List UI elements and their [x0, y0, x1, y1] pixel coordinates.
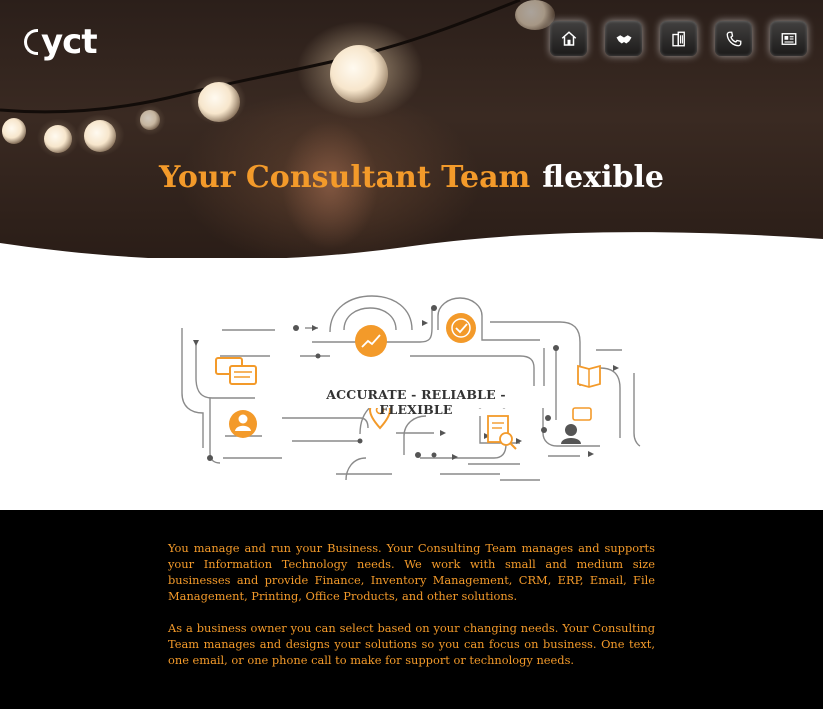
support-agent-icon: [561, 407, 592, 444]
hero-tagline: Your Consultant Team flexible: [0, 160, 823, 195]
quality-badge-icon: [446, 313, 476, 343]
newspaper-icon: [781, 32, 796, 45]
logo-swoosh-icon: [24, 29, 38, 55]
user-icon: [229, 410, 257, 438]
light-bulb: [198, 82, 240, 122]
chat-bubbles-icon: [215, 357, 257, 385]
about-section: You manage and run your Business. Your C…: [0, 510, 823, 709]
nav-company-button[interactable]: [660, 21, 697, 56]
document-search-icon: [487, 415, 517, 450]
light-bulb: [140, 110, 160, 130]
hero-wave-divider: [0, 232, 823, 260]
light-bulb: [2, 118, 26, 144]
tagline-main: Your Consultant Team: [159, 160, 531, 195]
services-illustration: ACCURATE - RELIABLE - FLEXIBLE: [0, 258, 823, 510]
nav-home-button[interactable]: [550, 21, 587, 56]
logo-text: yct: [41, 22, 98, 62]
home-icon: [561, 30, 576, 46]
phone-icon: [726, 31, 741, 46]
light-bulb: [330, 45, 388, 103]
growth-chart-icon: [355, 325, 387, 357]
site-logo[interactable]: yct: [24, 22, 98, 62]
handshake-icon: [616, 34, 631, 43]
light-bulb: [515, 0, 555, 30]
about-paragraph-2: As a business owner you can select based…: [168, 621, 655, 667]
hero-banner: yct Your Consultant Team flexible: [0, 0, 823, 260]
top-nav: [550, 21, 807, 56]
tagline-accent: flexible: [542, 160, 664, 195]
light-bulb: [84, 120, 116, 152]
circuit-dots: [193, 305, 619, 461]
light-bulb: [44, 125, 72, 153]
open-book-icon: [577, 364, 601, 388]
nav-contact-button[interactable]: [715, 21, 752, 56]
nav-partners-button[interactable]: [605, 21, 642, 56]
about-paragraph-1: You manage and run your Business. Your C…: [168, 541, 655, 603]
nav-news-button[interactable]: [770, 21, 807, 56]
illustration-banner-text: ACCURATE - RELIABLE - FLEXIBLE: [326, 387, 506, 417]
building-icon: [671, 31, 685, 46]
